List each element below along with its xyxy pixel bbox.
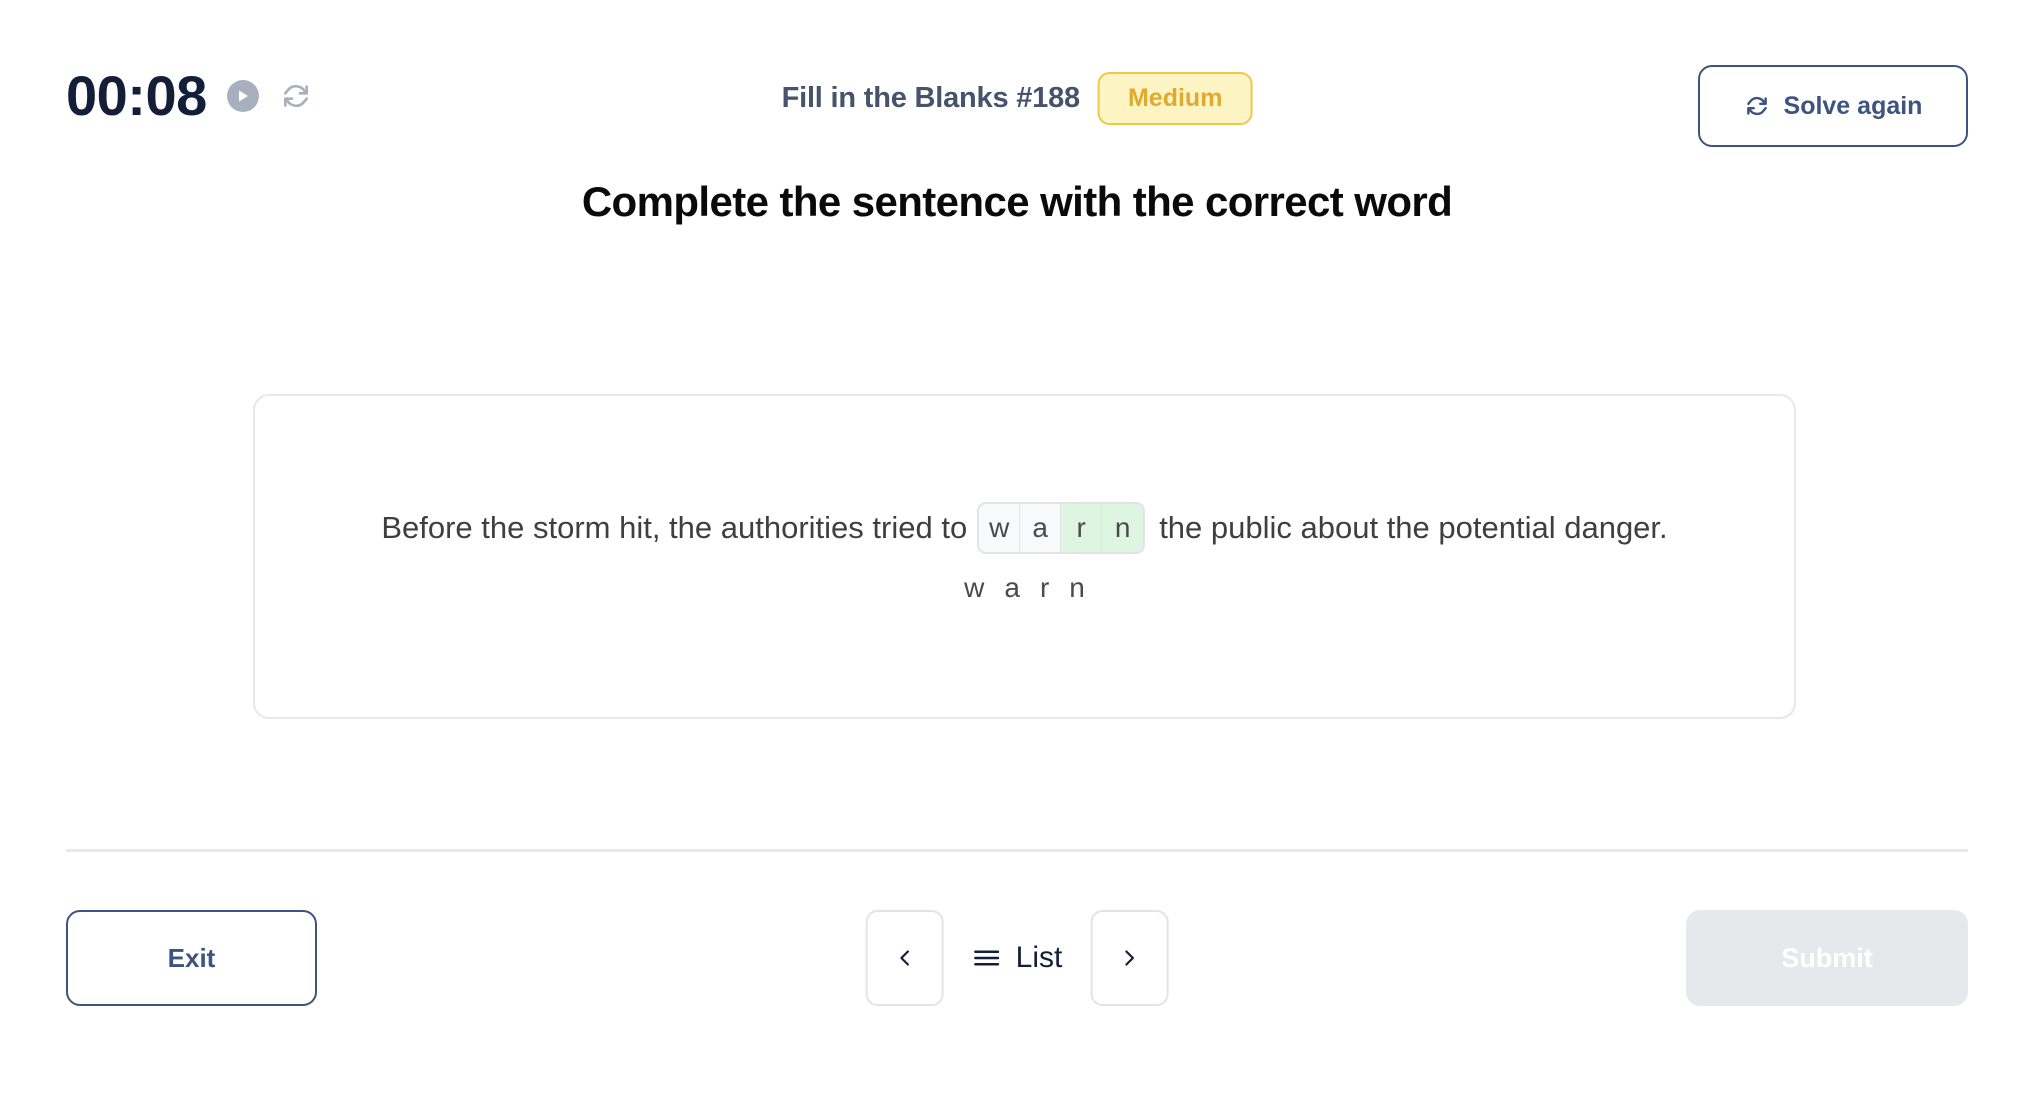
submit-button[interactable]: Submit	[1686, 910, 1968, 1006]
hamburger-icon	[974, 950, 1000, 966]
chevron-right-icon	[1125, 950, 1134, 966]
previous-button[interactable]	[865, 910, 944, 1006]
play-icon[interactable]	[226, 80, 259, 112]
timer-display: 00:08	[66, 64, 207, 127]
letter-tile[interactable]: w	[979, 503, 1021, 552]
hint-letter: r	[1039, 571, 1050, 603]
solve-again-button[interactable]: Solve again	[1698, 65, 1968, 147]
footer-divider	[66, 849, 1968, 852]
hint-letter: n	[1069, 571, 1085, 603]
difficulty-badge: Medium	[1097, 72, 1253, 125]
fill-in-the-blanks-page: 00:08 Fill in the Blanks #188 Medium Sol…	[0, 0, 2034, 1108]
answer-tile-group[interactable]: w a r n	[977, 501, 1146, 554]
question-card: Before the storm hit, the authorities tr…	[253, 394, 1796, 719]
header-center: Fill in the Blanks #188 Medium	[782, 72, 1253, 125]
sentence-text-before: Before the storm hit, the authorities tr…	[381, 509, 968, 545]
list-button[interactable]: List	[962, 941, 1073, 975]
refresh-icon	[1746, 96, 1767, 116]
hint-letter: w	[964, 571, 985, 603]
list-button-label: List	[1015, 941, 1063, 974]
sentence-wrapper: Before the storm hit, the authorities tr…	[255, 396, 1794, 717]
exit-button[interactable]: Exit	[66, 910, 317, 1006]
hint-letters-row: w a r n	[964, 572, 1085, 604]
solve-again-label: Solve again	[1783, 91, 1923, 120]
chevron-left-icon	[900, 950, 909, 966]
prompt-heading: Complete the sentence with the correct w…	[581, 178, 1453, 225]
letter-tile[interactable]: n	[1102, 503, 1144, 552]
next-button[interactable]	[1090, 910, 1169, 1006]
page-title: Fill in the Blanks #188	[781, 82, 1081, 114]
letter-tile[interactable]: a	[1020, 503, 1062, 552]
reset-icon[interactable]	[279, 79, 313, 113]
navigation-cluster: List	[865, 910, 1169, 1006]
timer-group: 00:08	[66, 68, 313, 124]
hint-letter: a	[1004, 571, 1020, 603]
letter-tile[interactable]: r	[1061, 503, 1103, 552]
sentence-line: Before the storm hit, the authorities tr…	[381, 501, 1668, 554]
sentence-text-after: the public about the potential danger.	[1159, 509, 1668, 545]
header-bar: 00:08 Fill in the Blanks #188 Medium Sol…	[0, 0, 2034, 158]
